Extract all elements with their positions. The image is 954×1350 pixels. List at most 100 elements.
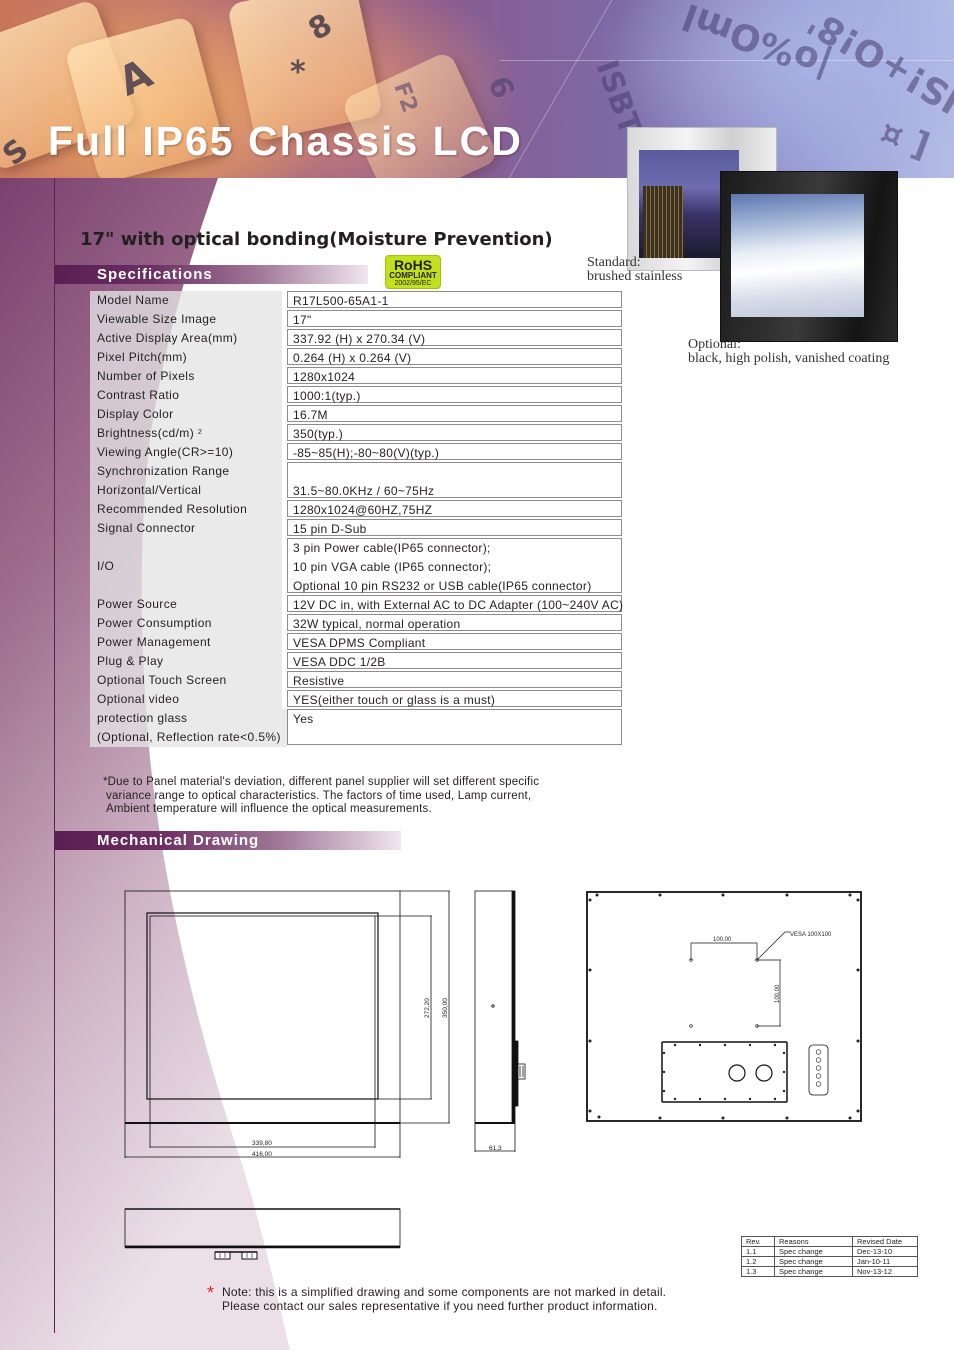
rohs-title: RoHS (393, 257, 433, 273)
revision-row: 1.3 Spec change Nov-13-12 (741, 1266, 918, 1277)
dim-outer-width: 416,00 (252, 1151, 272, 1158)
spec-row: protection glass (Optional, Reflection r… (90, 709, 622, 747)
spec-label-line: (Optional, Reflection rate<0.5%) (97, 730, 281, 744)
spec-value: 12V DC in, with External AC to DC Adapte… (287, 595, 623, 612)
vesa-hole (689, 1024, 693, 1028)
spec-value: VESA DDC 1/2B (287, 652, 622, 669)
dim-depth: 61,3 (489, 1145, 502, 1152)
spec-row: Brightness(cd/m) 2 350(typ.) (90, 424, 622, 443)
spec-label: I/O (90, 538, 282, 595)
spec-row: Recommended Resolution 1280x1024@60HZ,75… (90, 500, 622, 519)
revision-cell: 1.2 (741, 1256, 775, 1267)
side-connector (517, 1063, 526, 1080)
page-title: Full IP65 Chassis LCD (48, 118, 523, 164)
spec-value: 1280x1024 (287, 367, 622, 384)
optical-footnote: *Due to Panel material's deviation, diff… (103, 776, 539, 817)
side-connector-plate (514, 1040, 519, 1107)
spec-value: 0.264 (H) x 0.264 (V) (287, 348, 622, 365)
standard-caption: Standard: brushed stainless (587, 256, 682, 284)
spec-value: 1000:1(typ.) (287, 386, 622, 403)
spec-row: Signal Connector 15 pin D-Sub (90, 519, 622, 538)
section-header-specifications: Specifications (55, 265, 368, 284)
asterisk-icon: * (207, 1283, 215, 1303)
rohs-compliant: COMPLIANT (389, 271, 437, 280)
spec-row: I/O 3 pin Power cable(IP65 connector); 1… (90, 538, 622, 595)
spec-value-line (293, 463, 621, 482)
section-header-mechanical-drawing: Mechanical Drawing (55, 831, 401, 850)
footnote-line: *Due to Panel material's deviation, diff… (103, 776, 540, 788)
spec-label: Power Management (90, 633, 282, 652)
spec-label: Plug & Play (90, 652, 282, 671)
spec-value-line: Optional 10 pin RS232 or USB cable(IP65 … (293, 579, 592, 593)
spec-value: VESA DPMS Compliant (287, 633, 622, 650)
spec-row: Optional video YES(either touch or glass… (90, 690, 622, 709)
spec-label: Signal Connector (90, 519, 282, 538)
spec-label: protection glass (Optional, Reflection r… (90, 709, 287, 747)
spec-row: Power Management VESA DPMS Compliant (90, 633, 622, 652)
spec-row: Viewable Size Image 17" (90, 310, 622, 329)
superscript: 2 (197, 429, 203, 436)
spec-label-text: Brightness(cd/m) (97, 426, 195, 440)
side-front-bezel (511, 890, 516, 1124)
caption-line: Optional: (688, 337, 741, 352)
spec-label: Optional Touch Screen (90, 671, 282, 690)
spec-value: 3 pin Power cable(IP65 connector); 10 pi… (287, 538, 622, 593)
footnote-line: Ambient temperature will influence the o… (106, 803, 432, 815)
vesa-leader (756, 931, 786, 961)
spec-label-line: Synchronization Range (97, 464, 230, 478)
spec-label: Power Source (90, 595, 282, 614)
revision-row: 1.1 Spec change Dec-13-10 (741, 1246, 918, 1257)
caption-line: black, high polish, vanished coating (688, 351, 890, 366)
spec-value: 337.92 (H) x 270.34 (V) (287, 329, 622, 346)
spec-value: 31.5~80.0KHz / 60~75Hz (287, 462, 622, 498)
rear-outer-frame (586, 891, 862, 1122)
spec-label-line: Horizontal/Vertical (97, 483, 202, 497)
dim-inner-height: 272,20 (424, 998, 431, 1018)
spec-row: Display Color 16.7M (90, 405, 622, 424)
spec-label: Display Color (90, 405, 282, 424)
revision-header-cell: Reasons (774, 1236, 853, 1247)
spec-row: Synchronization Range Horizontal/Vertica… (90, 462, 622, 500)
spec-label: Model Name (90, 291, 282, 310)
spec-value: -85~85(H);-80~80(V)(typ.) (287, 443, 622, 460)
front-bezel (146, 912, 379, 1100)
front-outer-frame (124, 890, 401, 1124)
spec-value: 32W typical, normal operation (287, 614, 622, 631)
bottom-view-drawing (124, 1208, 401, 1260)
spec-label: Viewable Size Image (90, 310, 282, 329)
vesa-dim-v: 100,00 (775, 984, 781, 1003)
spec-value: 15 pin D-Sub (287, 519, 622, 536)
spec-row: Power Source 12V DC in, with External AC… (90, 595, 623, 614)
caption-line: Standard: (587, 255, 641, 270)
rohs-directive: 2002/95/EC (394, 280, 432, 287)
banner-glyph: [ ¤ (874, 112, 935, 168)
revision-header-cell: Revised Date (852, 1236, 918, 1247)
spec-label: Power Consumption (90, 614, 282, 633)
spec-row: Plug & Play VESA DDC 1/2B (90, 652, 622, 671)
revision-cell: 1.3 (741, 1266, 775, 1277)
banner-glyph: * (290, 55, 306, 90)
revision-row: 1.2 Spec change Jan-10-11 (741, 1256, 918, 1267)
rear-view-drawing: 100,00 100,00 VESA 100X100 (586, 891, 862, 1122)
spec-value: Yes (287, 709, 622, 745)
spec-value-line: 10 pin VGA cable (IP65 connector); (293, 560, 492, 574)
io-connector-port (755, 1064, 773, 1082)
spec-value-line: 31.5~80.0KHz / 60~75Hz (293, 484, 435, 498)
spec-label: Optional video (90, 690, 282, 709)
revision-cell: Nov-13-12 (852, 1266, 918, 1277)
spec-label: Contrast Ratio (90, 386, 282, 405)
rohs-badge: RoHS COMPLIANT 2002/95/EC (385, 255, 441, 289)
left-vertical-rule (54, 178, 55, 1333)
drawing-note: * Note: this is a simplified drawing and… (207, 1283, 666, 1313)
dim-outer-height: 350,00 (442, 998, 449, 1018)
revision-cell: Jan-10-11 (852, 1256, 918, 1267)
revision-table: Rev. Reasons Revised Date 1.1 Spec chang… (741, 1236, 918, 1277)
bottom-body (124, 1208, 401, 1247)
spec-row: Model Name R17L500-65A1-1 (90, 291, 622, 310)
bottom-connector (241, 1251, 258, 1260)
vesa-dim-h: 100,00 (713, 937, 732, 943)
revision-cell: Spec change (774, 1246, 853, 1257)
product-photo-black (720, 171, 898, 342)
spec-row: Active Display Area(mm) 337.92 (H) x 270… (90, 329, 622, 348)
spec-label: Recommended Resolution (90, 500, 282, 519)
